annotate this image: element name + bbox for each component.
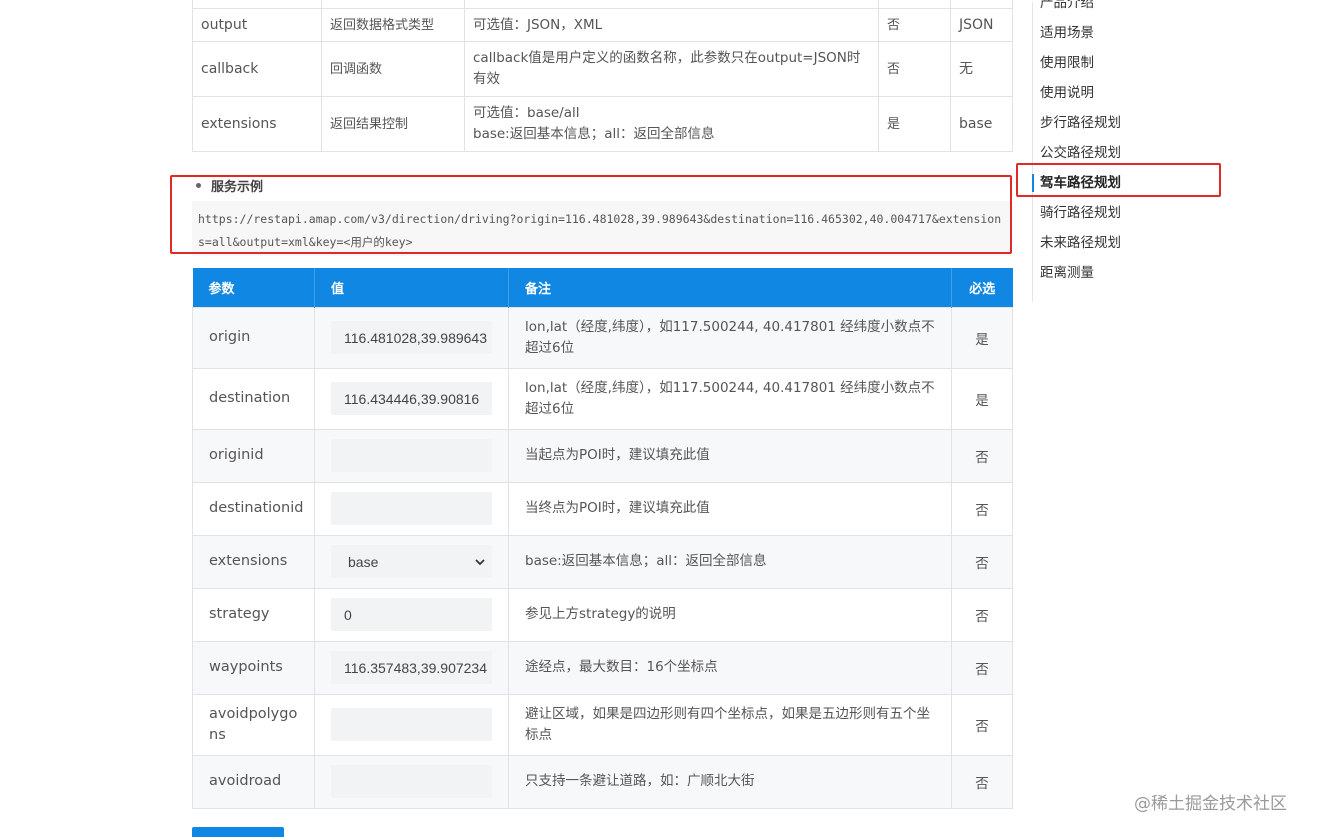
row-note: 只支持一条避让道路，如：广顺北大街 <box>508 754 952 809</box>
param-name: output <box>192 8 322 42</box>
table-row: originid 当起点为POI时，建议填充此值 否 <box>192 428 1013 483</box>
destination-input[interactable]: 116.434446,39.90816 <box>331 382 492 415</box>
param-note: 可选值：JSON，XML <box>464 8 879 42</box>
table-row <box>192 0 1013 9</box>
row-note: 当终点为POI时，建议填充此值 <box>508 481 952 536</box>
param-desc: 返回数据格式类型 <box>321 8 465 42</box>
param-required: 否 <box>878 8 951 42</box>
param-name: extensions <box>192 96 322 152</box>
originid-input[interactable] <box>331 439 492 472</box>
bullet-icon <box>196 183 201 188</box>
avoidpolygons-input[interactable] <box>331 708 492 741</box>
row-required: 否 <box>951 481 1013 536</box>
header-param: 参数 <box>192 268 315 307</box>
row-required: 否 <box>951 693 1013 756</box>
row-required: 否 <box>951 754 1013 809</box>
row-name: avoidpolygons <box>192 693 315 756</box>
table-row: extensions base base:返回基本信息；all：返回全部信息 否 <box>192 534 1013 589</box>
sidebar-item-distance[interactable]: 距离测量 <box>1032 258 1222 288</box>
row-required: 否 <box>951 587 1013 642</box>
row-required: 否 <box>951 640 1013 695</box>
row-name: destination <box>192 367 315 430</box>
param-default: 无 <box>950 41 1013 97</box>
service-form-table: 参数 值 备注 必选 origin 116.481028,39.989643 l… <box>192 268 1013 809</box>
row-note: 避让区域，如果是四边形则有四个坐标点，如果是五边形则有五个坐标点 <box>508 693 952 756</box>
row-note: lon,lat（经度,纬度），如117.500244, 40.417801 经纬… <box>508 367 952 430</box>
row-note: 参见上方strategy的说明 <box>508 587 952 642</box>
sidebar-item-driving[interactable]: 驾车路径规划 <box>1032 168 1222 198</box>
origin-input[interactable]: 116.481028,39.989643 <box>331 321 492 354</box>
run-request-button[interactable] <box>192 827 284 837</box>
avoidroad-input[interactable] <box>331 765 492 798</box>
table-row: origin 116.481028,39.989643 lon,lat（经度,纬… <box>192 306 1013 369</box>
table-row: output 返回数据格式类型 可选值：JSON，XML 否 JSON <box>192 8 1013 42</box>
table-row: callback 回调函数 callback值是用户定义的函数名称，此参数只在o… <box>192 41 1013 97</box>
watermark: @稀土掘金技术社区 <box>1134 794 1287 814</box>
sidebar-item-intro[interactable]: 产品介绍 <box>1032 0 1222 18</box>
header-value: 值 <box>314 268 509 307</box>
param-name: callback <box>192 41 322 97</box>
param-required: 否 <box>878 41 951 97</box>
strategy-input[interactable]: 0 <box>331 598 492 631</box>
param-required: 是 <box>878 96 951 152</box>
sidebar-item-walking[interactable]: 步行路径规划 <box>1032 108 1222 138</box>
row-note: lon,lat（经度,纬度），如117.500244, 40.417801 经纬… <box>508 306 952 369</box>
sidebar-item-limits[interactable]: 使用限制 <box>1032 48 1222 78</box>
header-note: 备注 <box>508 268 952 307</box>
row-name: destinationid <box>192 481 315 536</box>
sidebar-item-cycling[interactable]: 骑行路径规划 <box>1032 198 1222 228</box>
row-required: 是 <box>951 306 1013 369</box>
param-note-line: base:返回基本信息；all：返回全部信息 <box>473 126 715 142</box>
row-name: waypoints <box>192 640 315 695</box>
table-row: strategy 0 参见上方strategy的说明 否 <box>192 587 1013 642</box>
param-note: 可选值：base/all base:返回基本信息；all：返回全部信息 <box>464 96 879 152</box>
param-default: base <box>950 96 1013 152</box>
row-required: 否 <box>951 534 1013 589</box>
row-name: strategy <box>192 587 315 642</box>
row-name: extensions <box>192 534 315 589</box>
row-note: 当起点为POI时，建议填充此值 <box>508 428 952 483</box>
table-row: extensions 返回结果控制 可选值：base/all base:返回基本… <box>192 96 1013 152</box>
row-name: originid <box>192 428 315 483</box>
destinationid-input[interactable] <box>331 492 492 525</box>
row-required: 是 <box>951 367 1013 430</box>
sidebar-item-transit[interactable]: 公交路径规划 <box>1032 138 1222 168</box>
row-note: 途经点，最大数目：16个坐标点 <box>508 640 952 695</box>
table-row: waypoints 116.357483,39.907234 途经点，最大数目：… <box>192 640 1013 695</box>
sidebar-item-scenarios[interactable]: 适用场景 <box>1032 18 1222 48</box>
table-header-row: 参数 值 备注 必选 <box>192 268 1013 307</box>
param-note-line: 可选值：base/all <box>473 105 580 121</box>
sidebar-item-future[interactable]: 未来路径规划 <box>1032 228 1222 258</box>
service-example-title: 服务示例 <box>196 176 263 195</box>
table-row: destinationid 当终点为POI时，建议填充此值 否 <box>192 481 1013 536</box>
param-desc: 回调函数 <box>321 41 465 97</box>
request-params-table: output 返回数据格式类型 可选值：JSON，XML 否 JSON call… <box>192 0 1013 152</box>
header-required: 必选 <box>951 268 1013 307</box>
param-desc: 返回结果控制 <box>321 96 465 152</box>
param-default: JSON <box>950 8 1013 42</box>
chevron-down-icon <box>475 558 485 565</box>
row-required: 否 <box>951 428 1013 483</box>
sidebar-item-usage[interactable]: 使用说明 <box>1032 78 1222 108</box>
sidebar-nav: 产品介绍 适用场景 使用限制 使用说明 步行路径规划 公交路径规划 驾车路径规划… <box>1032 0 1222 302</box>
extensions-select-value: base <box>348 553 379 570</box>
table-row: destination 116.434446,39.90816 lon,lat（… <box>192 367 1013 430</box>
row-name: avoidroad <box>192 754 315 809</box>
extensions-select[interactable]: base <box>331 545 492 578</box>
service-example-label: 服务示例 <box>211 180 264 195</box>
waypoints-input[interactable]: 116.357483,39.907234 <box>331 651 492 684</box>
service-example-url[interactable]: https://restapi.amap.com/v3/direction/dr… <box>192 201 1012 256</box>
table-row: avoidpolygons 避让区域，如果是四边形则有四个坐标点，如果是五边形则… <box>192 693 1013 756</box>
row-note: base:返回基本信息；all：返回全部信息 <box>508 534 952 589</box>
table-row: avoidroad 只支持一条避让道路，如：广顺北大街 否 <box>192 754 1013 809</box>
param-note: callback值是用户定义的函数名称，此参数只在output=JSON时有效 <box>464 41 879 97</box>
row-name: origin <box>192 306 315 369</box>
